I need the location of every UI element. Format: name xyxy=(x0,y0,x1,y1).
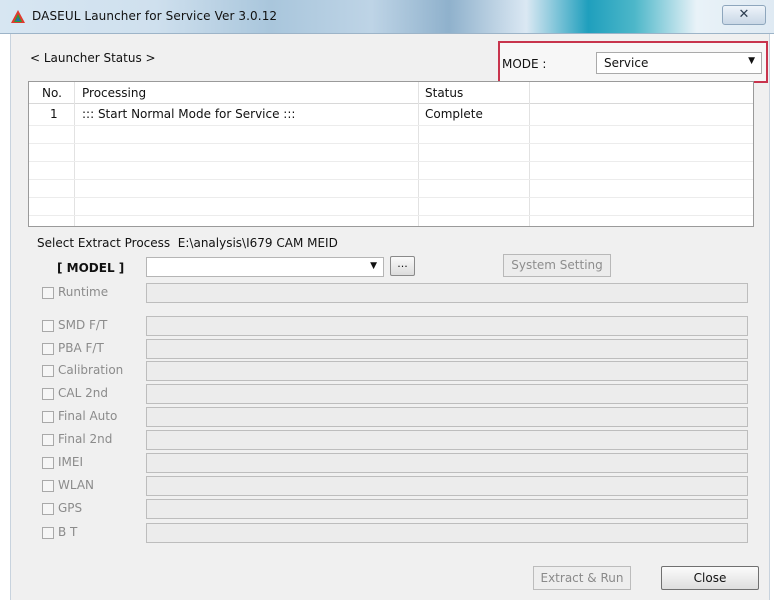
final-auto-label: Final Auto xyxy=(58,409,118,423)
process-row-runtime: Runtime xyxy=(42,283,748,303)
pba-ft-field[interactable] xyxy=(146,339,748,359)
gps-field[interactable] xyxy=(146,499,748,519)
final-2nd-label: Final 2nd xyxy=(58,432,113,446)
process-row-pba-ft: PBA F/T xyxy=(42,339,748,359)
calibration-field[interactable] xyxy=(146,361,748,381)
column-header-no: No. xyxy=(42,86,62,100)
extract-run-button[interactable]: Extract & Run xyxy=(533,566,631,590)
launcher-status-label: < Launcher Status > xyxy=(30,51,156,65)
wlan-label: WLAN xyxy=(58,478,95,492)
app-logo-icon xyxy=(11,10,25,23)
grid-column-divider xyxy=(418,82,419,226)
mode-select-value: Service xyxy=(604,56,649,70)
row-status: Complete xyxy=(425,107,483,121)
column-header-status: Status xyxy=(425,86,464,100)
cal-2nd-checkbox[interactable] xyxy=(42,388,54,400)
process-row-final-2nd: Final 2nd xyxy=(42,430,748,450)
title-bar: DASEUL Launcher for Service Ver 3.0.12 ✕ xyxy=(0,0,774,34)
bt-label: B T xyxy=(58,525,78,539)
process-row-calibration: Calibration xyxy=(42,361,748,381)
window-title: DASEUL Launcher for Service Ver 3.0.12 xyxy=(32,9,278,23)
cal-2nd-field[interactable] xyxy=(146,384,748,404)
grid-column-divider xyxy=(529,82,530,226)
smd-ft-label: SMD F/T xyxy=(58,318,108,332)
grid-row-line xyxy=(29,197,753,198)
process-row-gps: GPS xyxy=(42,499,748,519)
grid-row-line xyxy=(29,125,753,126)
status-grid: No. Processing Status 1 ::: Start Normal… xyxy=(28,81,754,227)
bt-field[interactable] xyxy=(146,523,748,543)
process-row-cal-2nd: CAL 2nd xyxy=(42,384,748,404)
grid-header: No. Processing Status xyxy=(29,82,753,104)
extract-process-title: Select Extract Process xyxy=(37,236,171,250)
grid-row-line xyxy=(29,161,753,162)
wlan-checkbox[interactable] xyxy=(42,480,54,492)
smd-ft-field[interactable] xyxy=(146,316,748,336)
calibration-label: Calibration xyxy=(58,363,124,377)
process-row-final-auto: Final Auto xyxy=(42,407,748,427)
calibration-checkbox[interactable] xyxy=(42,365,54,377)
grid-row-line xyxy=(29,179,753,180)
column-header-processing: Processing xyxy=(82,86,147,100)
extract-process-path: E:\analysis\I679 CAM MEID xyxy=(177,236,338,250)
cal-2nd-label: CAL 2nd xyxy=(58,386,108,400)
runtime-field[interactable] xyxy=(146,283,748,303)
process-row-bt: B T xyxy=(42,523,748,543)
process-row-smd-ft: SMD F/T xyxy=(42,316,748,336)
dropdown-arrow-icon: ▼ xyxy=(748,56,755,66)
grid-row-line xyxy=(29,143,753,144)
mode-select[interactable]: Service ▼ xyxy=(596,52,762,74)
close-icon: ✕ xyxy=(738,7,750,22)
gps-checkbox[interactable] xyxy=(42,503,54,515)
extract-process-label: Select Extract Process E:\analysis\I679 … xyxy=(37,236,338,250)
row-no: 1 xyxy=(50,107,58,121)
pba-ft-checkbox[interactable] xyxy=(42,343,54,355)
row-processing: ::: Start Normal Mode for Service ::: xyxy=(82,107,296,121)
wlan-field[interactable] xyxy=(146,476,748,496)
imei-field[interactable] xyxy=(146,453,748,473)
smd-ft-checkbox[interactable] xyxy=(42,320,54,332)
runtime-checkbox[interactable] xyxy=(42,287,54,299)
system-setting-button[interactable]: System Setting xyxy=(503,254,611,277)
final-auto-checkbox[interactable] xyxy=(42,411,54,423)
final-2nd-field[interactable] xyxy=(146,430,748,450)
launcher-window: DASEUL Launcher for Service Ver 3.0.12 ✕… xyxy=(0,0,774,604)
grid-column-divider xyxy=(74,82,75,226)
runtime-label: Runtime xyxy=(58,285,109,299)
model-select[interactable]: ▼ xyxy=(146,257,384,277)
dropdown-arrow-icon: ▼ xyxy=(370,261,377,271)
final-2nd-checkbox[interactable] xyxy=(42,434,54,446)
window-close-button[interactable]: ✕ xyxy=(722,5,766,25)
gps-label: GPS xyxy=(58,501,83,515)
close-button[interactable]: Close xyxy=(661,566,759,590)
pba-ft-label: PBA F/T xyxy=(58,341,104,355)
process-row-imei: IMEI xyxy=(42,453,748,473)
model-label: [ MODEL ] xyxy=(57,261,125,275)
bt-checkbox[interactable] xyxy=(42,527,54,539)
mode-label: MODE : xyxy=(502,57,547,71)
grid-row-line xyxy=(29,215,753,216)
imei-checkbox[interactable] xyxy=(42,457,54,469)
process-row-wlan: WLAN xyxy=(42,476,748,496)
browse-button[interactable]: ... xyxy=(390,256,415,276)
imei-label: IMEI xyxy=(58,455,84,469)
final-auto-field[interactable] xyxy=(146,407,748,427)
